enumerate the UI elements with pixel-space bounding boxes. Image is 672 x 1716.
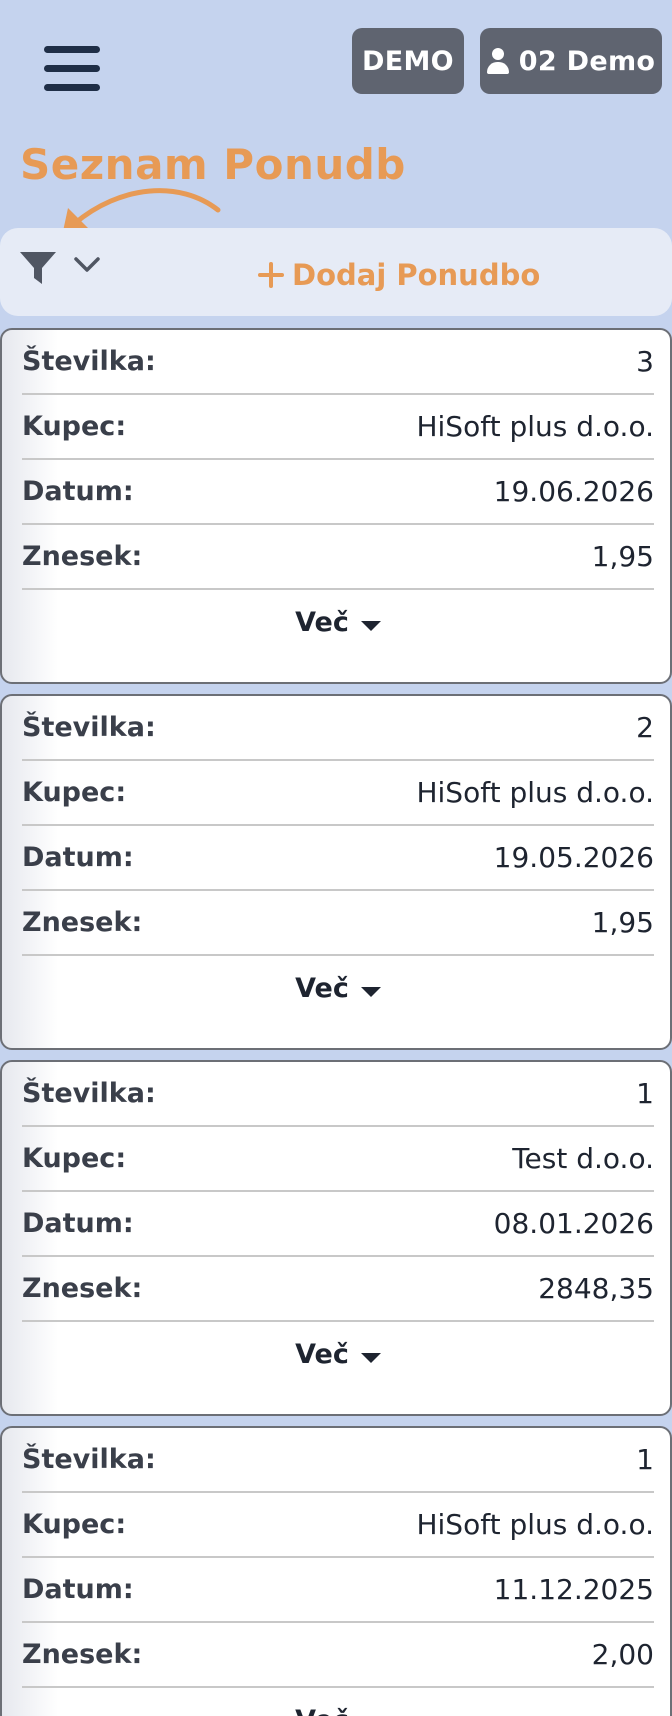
number-value: 2 <box>636 711 654 744</box>
amount-label: Znesek: <box>22 1273 143 1304</box>
date-label: Datum: <box>22 1208 134 1239</box>
hamburger-menu-icon[interactable] <box>44 44 100 94</box>
customer-label: Kupec: <box>22 1509 127 1540</box>
offer-customer-row: Kupec: HiSoft plus d.o.o. <box>22 1493 654 1558</box>
offer-card: Številka: 1 Kupec: Test d.o.o. Datum: 08… <box>0 1060 672 1416</box>
offer-amount-row: Znesek: 2,00 <box>22 1623 654 1688</box>
date-label: Datum: <box>22 476 134 507</box>
filter-icon[interactable] <box>18 248 58 288</box>
customer-label: Kupec: <box>22 1143 127 1174</box>
toolbar: Dodaj Ponudbo <box>0 228 672 316</box>
user-icon <box>486 48 509 74</box>
user-button[interactable]: 02 Demo <box>480 28 662 94</box>
more-label: Več <box>295 1705 349 1716</box>
more-label: Več <box>295 1338 349 1370</box>
customer-value: HiSoft plus d.o.o. <box>416 776 654 809</box>
top-bar: DEMO 02 Demo <box>0 0 672 130</box>
offer-amount-row: Znesek: 1,95 <box>22 525 654 590</box>
demo-button[interactable]: DEMO <box>352 28 464 94</box>
add-offer-label: Dodaj Ponudbo <box>292 258 541 292</box>
date-value: 19.05.2026 <box>493 841 654 874</box>
number-label: Številka: <box>22 712 156 743</box>
number-label: Številka: <box>22 1444 156 1475</box>
amount-label: Znesek: <box>22 541 143 572</box>
demo-button-label: DEMO <box>362 45 454 77</box>
date-label: Datum: <box>22 1574 134 1605</box>
number-value: 3 <box>636 345 654 378</box>
plus-icon <box>258 262 284 288</box>
date-value: 08.01.2026 <box>493 1207 654 1240</box>
amount-value: 1,95 <box>591 540 654 573</box>
customer-value: HiSoft plus d.o.o. <box>416 410 654 443</box>
offer-number-row: Številka: 1 <box>22 1428 654 1493</box>
caret-down-icon <box>360 1353 381 1363</box>
date-value: 19.06.2026 <box>493 475 654 508</box>
amount-label: Znesek: <box>22 907 143 938</box>
offer-customer-row: Kupec: HiSoft plus d.o.o. <box>22 761 654 826</box>
customer-value: HiSoft plus d.o.o. <box>416 1508 654 1541</box>
offer-card: Številka: 3 Kupec: HiSoft plus d.o.o. Da… <box>0 328 672 684</box>
offer-card: Številka: 2 Kupec: HiSoft plus d.o.o. Da… <box>0 694 672 1050</box>
more-button[interactable]: Več <box>2 1324 670 1384</box>
offer-date-row: Datum: 19.05.2026 <box>22 826 654 891</box>
add-offer-button[interactable]: Dodaj Ponudbo <box>258 258 540 292</box>
number-value: 1 <box>636 1077 654 1110</box>
more-label: Več <box>295 606 349 638</box>
offer-customer-row: Kupec: HiSoft plus d.o.o. <box>22 395 654 460</box>
offer-card: Številka: 1 Kupec: HiSoft plus d.o.o. Da… <box>0 1426 672 1716</box>
more-button[interactable]: Več <box>2 1690 670 1716</box>
customer-label: Kupec: <box>22 777 127 808</box>
number-label: Številka: <box>22 346 156 377</box>
caret-down-icon <box>360 987 381 997</box>
offer-amount-row: Znesek: 2848,35 <box>22 1257 654 1322</box>
date-label: Datum: <box>22 842 134 873</box>
amount-value: 1,95 <box>591 906 654 939</box>
more-button[interactable]: Več <box>2 592 670 652</box>
offer-date-row: Datum: 19.06.2026 <box>22 460 654 525</box>
offer-date-row: Datum: 08.01.2026 <box>22 1192 654 1257</box>
number-label: Številka: <box>22 1078 156 1109</box>
chevron-down-icon[interactable] <box>72 252 102 278</box>
more-label: Več <box>295 972 349 1004</box>
caret-down-icon <box>360 621 381 631</box>
date-value: 11.12.2025 <box>493 1573 654 1606</box>
user-button-label: 02 Demo <box>518 45 656 77</box>
offer-date-row: Datum: 11.12.2025 <box>22 1558 654 1623</box>
offer-number-row: Številka: 1 <box>22 1062 654 1127</box>
amount-value: 2848,35 <box>538 1272 654 1305</box>
more-button[interactable]: Več <box>2 958 670 1018</box>
offer-number-row: Številka: 2 <box>22 696 654 761</box>
amount-label: Znesek: <box>22 1639 143 1670</box>
offer-number-row: Številka: 3 <box>22 330 654 395</box>
offer-amount-row: Znesek: 1,95 <box>22 891 654 956</box>
amount-value: 2,00 <box>591 1638 654 1671</box>
offer-customer-row: Kupec: Test d.o.o. <box>22 1127 654 1192</box>
customer-value: Test d.o.o. <box>512 1142 654 1175</box>
offer-list: Številka: 3 Kupec: HiSoft plus d.o.o. Da… <box>0 328 672 1716</box>
customer-label: Kupec: <box>22 411 127 442</box>
number-value: 1 <box>636 1443 654 1476</box>
